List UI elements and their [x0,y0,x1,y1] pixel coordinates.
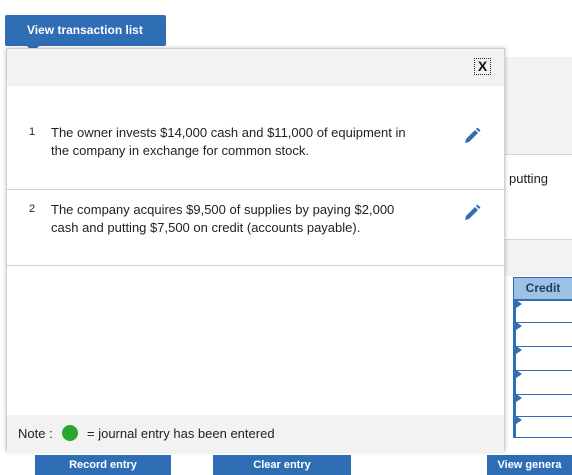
credit-input-row[interactable] [516,437,572,438]
credit-input-row[interactable] [516,300,572,301]
clear-entry-button[interactable]: Clear entry [213,455,351,475]
note-label: Note : [18,426,53,441]
background-panel-header [505,57,572,154]
credit-column-header: Credit [513,277,572,300]
transaction-row: 2 The company acquires $9,500 of supplie… [7,202,504,266]
view-general-journal-button[interactable]: View genera [487,455,572,475]
background-gray-block [505,240,572,276]
close-icon[interactable]: X [474,58,491,75]
record-entry-button[interactable]: Record entry [35,455,171,475]
credit-input-row[interactable] [516,370,572,371]
transaction-row: 1 The owner invests $14,000 cash and $11… [7,125,504,190]
popup-header: X [7,49,504,86]
transaction-description: The owner invests $14,000 cash and $11,0… [51,125,406,158]
transaction-number: 2 [29,203,36,215]
background-divider [505,154,572,155]
row-indicator-icon [516,346,522,354]
pencil-edit-icon[interactable] [462,126,482,146]
credit-input-row[interactable] [516,322,572,323]
view-transaction-list-button[interactable]: View transaction list [5,15,166,46]
row-indicator-icon [516,416,522,424]
transaction-list-popup: X 1 The owner invests $14,000 cash and $… [6,48,505,452]
transaction-description: The company acquires $9,500 of supplies … [51,202,395,235]
note-bar: Note : = journal entry has been entered [7,415,504,452]
row-indicator-icon [516,394,522,402]
credit-input-row[interactable] [516,394,572,395]
row-indicator-icon [516,370,522,378]
pencil-edit-icon[interactable] [462,203,482,223]
row-indicator-icon [516,322,522,330]
credit-input-row[interactable] [516,416,572,417]
transaction-number: 1 [29,126,36,138]
credit-input-row[interactable] [516,346,572,347]
background-partial-text: putting [509,171,549,186]
entered-status-dot-icon [62,425,78,441]
row-indicator-icon [516,300,522,308]
note-text: = journal entry has been entered [87,426,275,441]
